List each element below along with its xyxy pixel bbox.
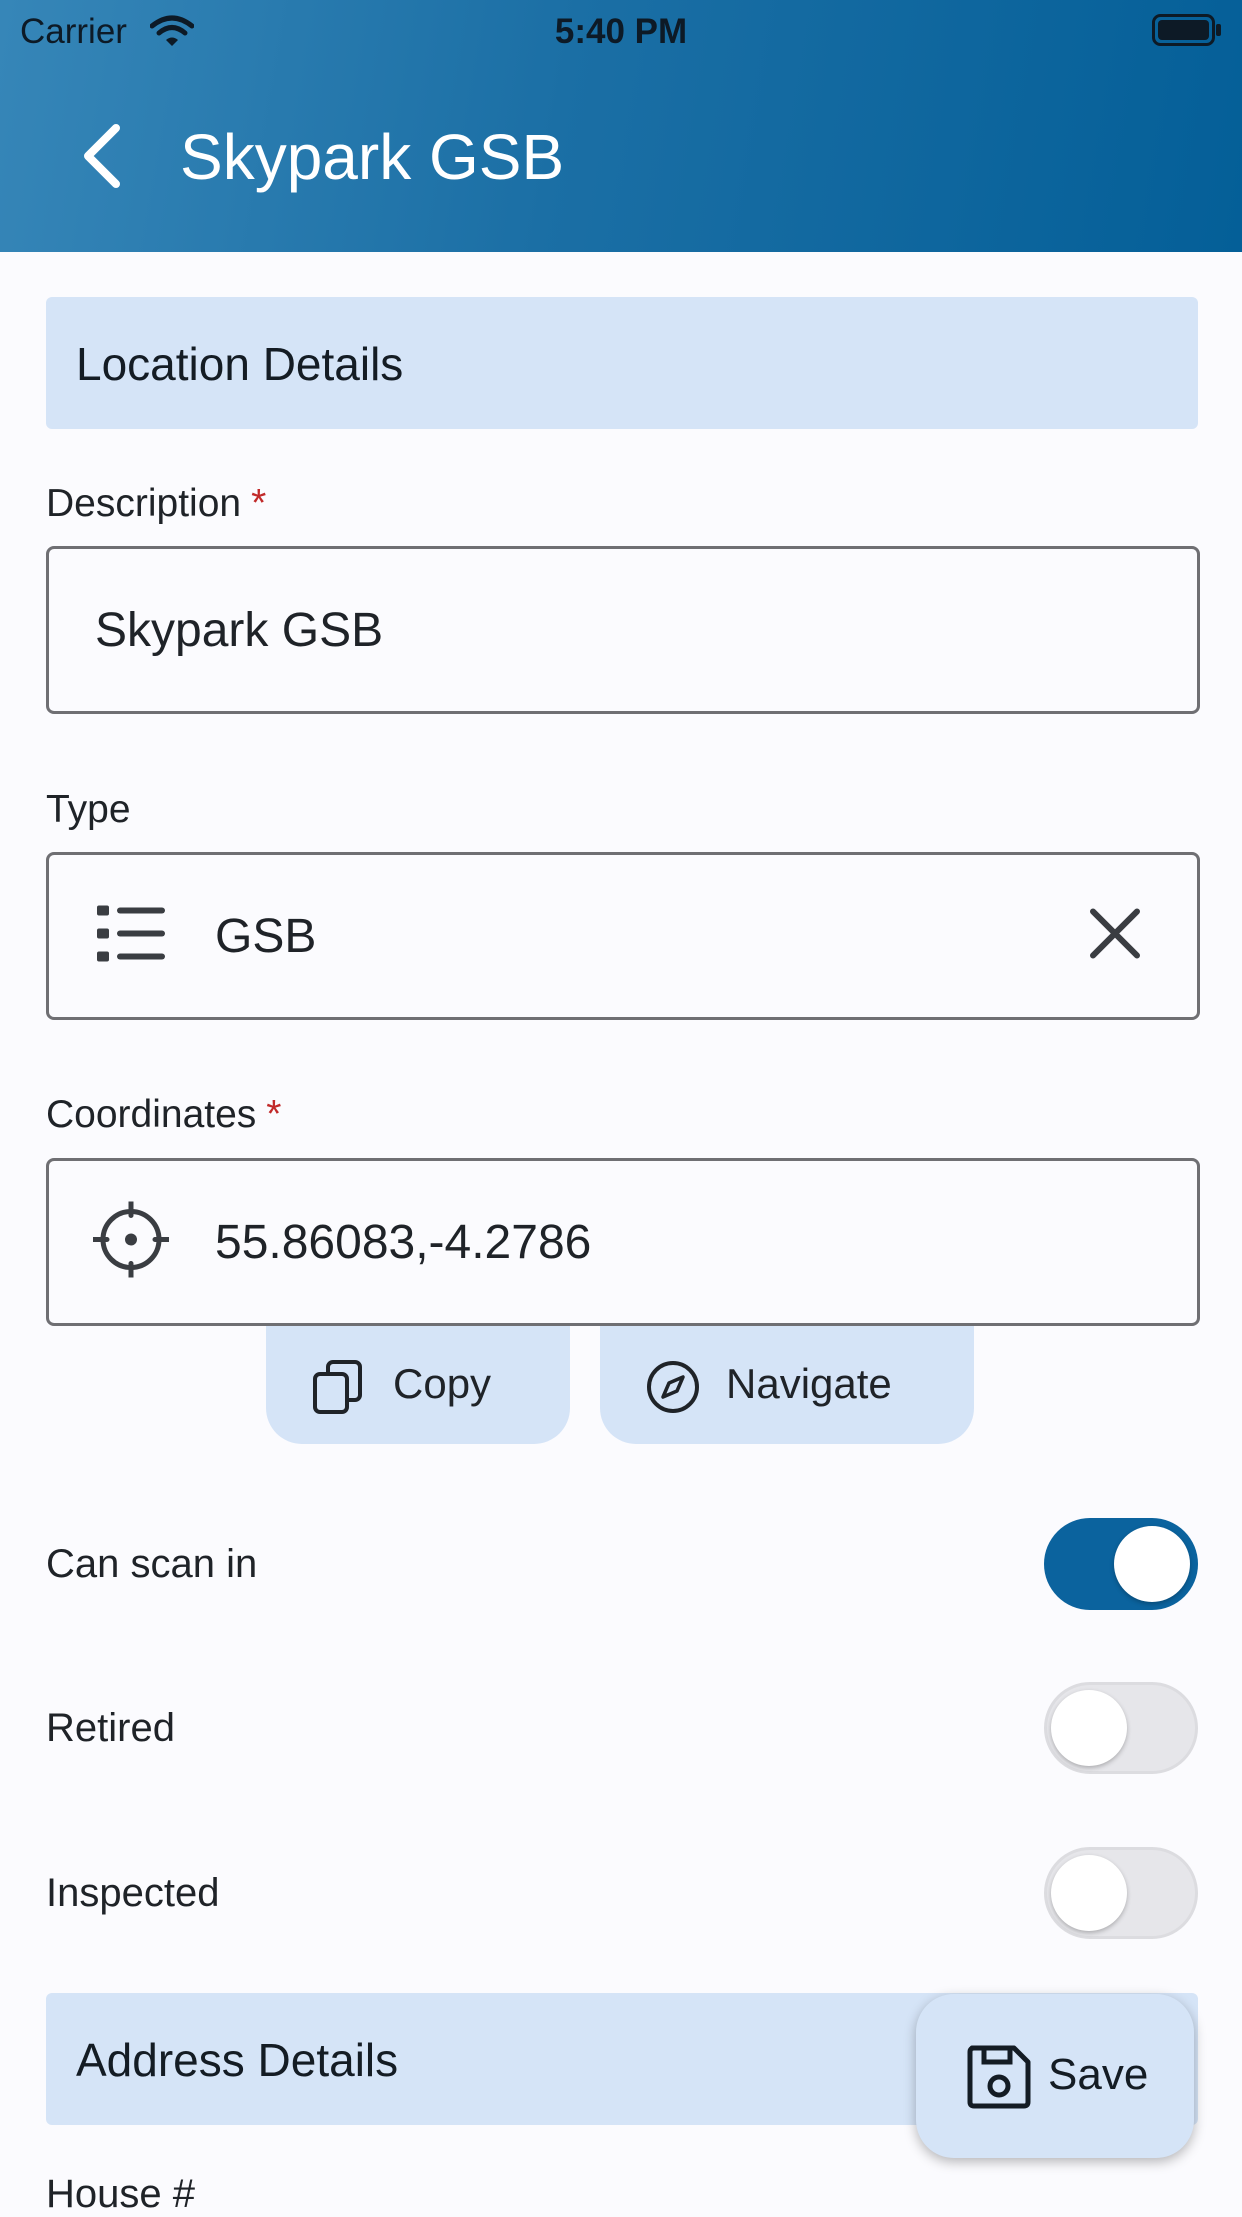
status-time: 5:40 PM xyxy=(554,12,688,51)
retired-label: Retired xyxy=(46,1706,175,1750)
inspected-label: Inspected xyxy=(46,1871,220,1915)
crosshair-icon[interactable] xyxy=(90,1199,172,1283)
coordinates-field[interactable]: 55.86083,-4.2786 xyxy=(46,1158,1200,1326)
navigate-label: Navigate xyxy=(726,1360,892,1407)
toggle-knob xyxy=(1114,1526,1190,1602)
battery-icon xyxy=(1152,14,1222,51)
section-location-details: Location Details xyxy=(46,297,1198,429)
required-mark: * xyxy=(251,482,267,525)
navigate-button[interactable]: Navigate xyxy=(600,1326,974,1444)
description-label-text: Description xyxy=(46,482,242,525)
house-number-label: House # xyxy=(46,2172,195,2216)
description-label: Description * xyxy=(46,482,266,526)
compass-icon xyxy=(646,1360,700,1419)
required-mark: * xyxy=(266,1093,282,1136)
save-button[interactable]: Save xyxy=(916,1994,1194,2158)
can-scan-in-label: Can scan in xyxy=(46,1542,258,1586)
retired-toggle[interactable] xyxy=(1044,1682,1198,1774)
floppy-disk-icon xyxy=(966,2044,1032,2115)
type-label: Type xyxy=(46,788,131,831)
section-title: Address Details xyxy=(76,2034,399,2086)
back-icon[interactable] xyxy=(80,124,124,193)
coordinates-label: Coordinates * xyxy=(46,1093,281,1137)
coordinates-value: 55.86083,-4.2786 xyxy=(215,1216,592,1269)
app-header: Carrier 5:40 PM Skypark GSB xyxy=(0,0,1242,252)
page-title: Skypark GSB xyxy=(180,121,565,193)
type-value: GSB xyxy=(215,910,317,963)
save-label: Save xyxy=(1048,2050,1149,2099)
clear-icon[interactable] xyxy=(1089,908,1141,965)
toggle-knob xyxy=(1051,1855,1127,1931)
inspected-toggle[interactable] xyxy=(1044,1847,1198,1939)
section-title: Location Details xyxy=(76,338,404,390)
copy-label: Copy xyxy=(393,1360,492,1407)
description-value: Skypark GSB xyxy=(95,604,384,657)
copy-icon xyxy=(312,1360,364,1419)
can-scan-in-toggle[interactable] xyxy=(1044,1518,1198,1610)
description-field[interactable]: Skypark GSB xyxy=(46,546,1200,714)
type-select[interactable]: GSB xyxy=(46,852,1200,1020)
list-icon xyxy=(95,902,167,971)
copy-button[interactable]: Copy xyxy=(266,1326,570,1444)
coordinates-label-text: Coordinates xyxy=(46,1093,257,1136)
toggle-knob xyxy=(1051,1690,1127,1766)
